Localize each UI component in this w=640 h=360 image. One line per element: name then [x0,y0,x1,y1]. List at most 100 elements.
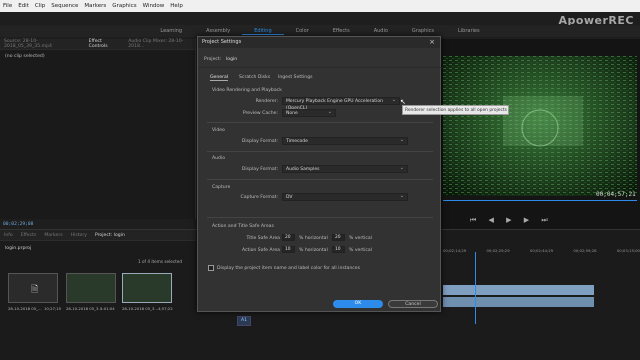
pct-horizontal-label: % horizontal [299,236,328,241]
audio-display-format-dropdown[interactable]: Audio Samples [282,165,408,173]
display-item-name-checkbox[interactable] [208,265,214,271]
playhead[interactable] [475,252,476,324]
tab-source[interactable]: Source: 28-10-2018_05_39_35.mp4 [4,39,81,49]
ok-button[interactable]: OK [333,300,383,308]
project-item-1[interactable] [66,273,116,303]
tab-scratch-disks[interactable]: Scratch Disks [239,75,270,80]
preview-cache-label: Preview Cache: [242,111,278,116]
preview-cache-dropdown[interactable]: None [282,109,336,117]
item-2-name: 28-10-2018 05_3... [122,306,159,311]
item-1-name: 28-10-2018 05_3... [66,306,103,311]
project-item-2[interactable] [122,273,172,303]
no-clip-text: (no clip selected) [5,54,45,59]
pct-horizontal-label: % horizontal [299,248,328,253]
workspace-color[interactable]: Color [284,28,321,34]
program-video-frame [443,56,637,196]
menu-markers[interactable]: Markers [84,3,106,9]
video-heading: Video [212,128,225,133]
menu-clip[interactable]: Clip [35,3,45,9]
source-panel-tabs: Source: 28-10-2018_05_39_35.mp4 Effect C… [0,39,195,50]
group-divider [207,151,433,152]
menu-graphics[interactable]: Graphics [112,3,136,9]
project-name: login [226,57,238,62]
safe-areas-heading: Action and Title Safe Areas [212,224,274,229]
transport-controls[interactable]: ⏮ ◀ ▶ ▶ ⏭ [470,216,553,225]
video-rendering-heading: Video Rendering and Playback [212,88,282,93]
video-frame-image [443,56,637,196]
project-label: Project: [204,57,222,62]
checkbox-label: Display the project item name and label … [217,266,361,271]
title-safe-horizontal-input[interactable]: 20 [282,234,295,241]
workspace-editing[interactable]: Editing [242,28,284,35]
timeline-clip-video[interactable] [443,285,594,295]
tab-info[interactable]: Info [4,233,13,238]
group-divider [207,179,433,180]
effect-controls-panel: Source: 28-10-2018_05_39_35.mp4 Effect C… [0,39,196,219]
tab-ingest-settings[interactable]: Ingest Settings [278,75,313,80]
timeline-clip-audio[interactable] [443,297,594,307]
tab-markers[interactable]: Markers [44,233,62,238]
workspace-audio[interactable]: Audio [362,28,400,34]
capture-heading: Capture [212,185,231,190]
source-timecode: 00;02;29;08 [3,222,34,227]
title-safe-vertical-input[interactable]: 20 [332,234,345,241]
dialog-title: Project Settings [198,37,440,48]
menu-window[interactable]: Window [143,3,165,9]
program-scrubber[interactable] [443,200,637,201]
ruler-tick: 00;02;44;29 [529,248,554,253]
project-settings-dialog: Project Settings × Project: login Genera… [197,36,442,312]
tab-audio-clip-mixer[interactable]: Audio Clip Mixer: 28-10-2018... [128,39,195,49]
renderer-dropdown[interactable]: Mercury Playback Engine GPU Acceleration… [282,97,400,111]
pct-vertical-label: % vertical [349,236,372,241]
menu-sequence[interactable]: Sequence [51,3,78,9]
action-safe-horizontal-input[interactable]: 10 [282,246,295,253]
capture-format-label: Capture Format: [240,195,278,200]
item-1-duration: 5:01:04 [100,306,115,311]
selection-count: 1 of 4 items selected [138,259,183,264]
tab-history[interactable]: History [71,233,87,238]
program-timecode: 00;04;57;21 [596,191,636,198]
workspace-graphics[interactable]: Graphics [400,28,446,34]
close-icon[interactable]: × [429,38,435,46]
track-target-a1[interactable]: A1 [237,316,251,326]
action-safe-label: Action Safe Area [241,248,280,253]
ruler-tick: 00;02;59;28 [573,248,597,253]
divider [198,67,442,68]
capture-format-dropdown[interactable]: DV [282,193,408,201]
action-safe-vertical-input[interactable]: 10 [332,246,345,253]
tab-effects[interactable]: Effects [21,233,37,238]
timeline-ruler: 00;02;14;29 00;02;29;29 00;02;44;29 00;0… [443,248,640,253]
menu-help[interactable]: Help [170,3,183,9]
tab-effect-controls[interactable]: Effect Controls [89,39,121,49]
ruler-tick: 00;03;15;00 [616,248,640,253]
group-divider [207,122,433,123]
pct-vertical-label: % vertical [349,248,372,253]
tab-general[interactable]: General [210,75,229,81]
project-panel-tabs: Info Effects Markers History Project: lo… [0,230,196,241]
workspace-libraries[interactable]: Libraries [446,28,492,34]
workspace-learning[interactable]: Learning [148,28,194,34]
renderer-label: Renderer: [255,99,278,104]
menu-edit[interactable]: Edit [18,3,29,9]
workspace-effects[interactable]: Effects [321,28,362,34]
title-safe-label: Title Safe Area [246,236,280,241]
audio-display-format-label: Display Format: [241,167,278,172]
ruler-tick: 00;02;14;29 [443,248,467,253]
project-item-0[interactable]: 🗎 [8,273,58,303]
file-icon: 🗎 [31,285,39,295]
project-file-name: login.prproj [5,246,32,251]
renderer-tooltip: Renderer selection applies to all open p… [402,105,509,115]
video-display-format-label: Display Format: [241,139,278,144]
menu-file[interactable]: File [3,3,12,9]
audio-heading: Audio [212,156,226,161]
cancel-button[interactable]: Cancel [388,300,438,308]
menu-bar: File Edit Clip Sequence Markers Graphics… [0,0,640,12]
item-0-name: 28-10-2018 05_... [8,306,42,311]
mouse-cursor-icon: ↖ [400,98,406,106]
video-display-format-dropdown[interactable]: Timecode [282,137,408,145]
ruler-tick: 00;02;29;29 [486,248,510,253]
tab-project[interactable]: Project: login [95,233,125,238]
item-2-duration: 4;57;22 [158,306,173,311]
workspace-assembly[interactable]: Assembly [194,28,242,34]
group-divider [207,217,433,218]
